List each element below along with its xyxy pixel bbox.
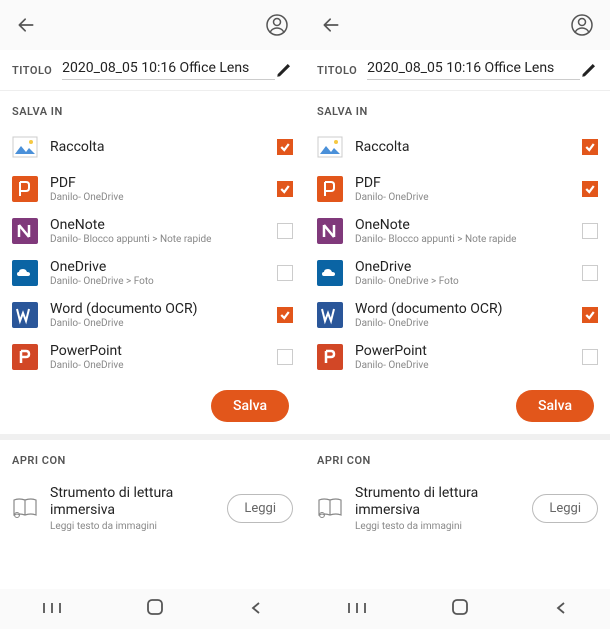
save-in-label: SALVA IN	[305, 91, 610, 126]
onenote-icon	[317, 218, 343, 244]
save-item-subtitle: Danilo- OneDrive	[50, 192, 277, 203]
book-icon	[12, 495, 38, 521]
word-icon	[317, 302, 343, 328]
open-item-subtitle: Leggi testo da immagini	[355, 521, 532, 532]
open-with-label: APRI CON	[305, 440, 610, 475]
home-button[interactable]	[146, 598, 164, 620]
open-item-subtitle: Leggi testo da immagini	[50, 521, 227, 532]
save-item-title: PowerPoint	[50, 343, 277, 359]
onedrive-icon	[317, 260, 343, 286]
pdf-icon	[317, 176, 343, 202]
save-item-subtitle: Danilo- OneDrive	[355, 318, 582, 329]
save-item-checkbox[interactable]	[277, 349, 293, 365]
save-item-subtitle: Danilo- OneDrive > Foto	[355, 276, 582, 287]
gallery-icon	[12, 134, 38, 160]
profile-icon[interactable]	[570, 13, 594, 37]
edit-icon[interactable]	[275, 61, 293, 79]
save-item-subtitle: Danilo- OneDrive > Foto	[50, 276, 277, 287]
book-icon	[317, 495, 343, 521]
save-item-word[interactable]: Word (documento OCR)Danilo- OneDrive	[305, 294, 610, 336]
profile-icon[interactable]	[265, 13, 289, 37]
save-item-title: Raccolta	[50, 139, 277, 155]
save-item-checkbox[interactable]	[277, 181, 293, 197]
save-item-checkbox[interactable]	[582, 265, 598, 281]
save-item-title: Word (documento OCR)	[50, 301, 277, 317]
save-item-subtitle: Danilo- OneDrive	[50, 318, 277, 329]
save-button[interactable]: Salva	[211, 390, 289, 422]
open-item-immersive-reader: Strumento di lettura immersiva Leggi test…	[0, 475, 305, 542]
recent-apps-button[interactable]	[347, 600, 367, 619]
save-item-checkbox[interactable]	[582, 181, 598, 197]
save-item-checkbox[interactable]	[582, 223, 598, 239]
save-item-subtitle: Danilo- OneDrive	[355, 192, 582, 203]
save-item-title: PDF	[355, 175, 582, 191]
pdf-icon	[12, 176, 38, 202]
gallery-icon	[317, 134, 343, 160]
title-label: TITOLO	[12, 64, 52, 77]
save-item-gallery[interactable]: Raccolta	[305, 126, 610, 168]
save-item-title: Word (documento OCR)	[355, 301, 582, 317]
save-item-onedrive[interactable]: OneDriveDanilo- OneDrive > Foto	[0, 252, 305, 294]
save-item-checkbox[interactable]	[277, 139, 293, 155]
back-icon[interactable]	[321, 15, 341, 35]
save-item-powerpoint[interactable]: PowerPointDanilo- OneDrive	[0, 336, 305, 378]
save-item-title: OneDrive	[50, 259, 277, 275]
nav-back-button[interactable]	[554, 600, 568, 619]
save-item-onenote[interactable]: OneNoteDanilo- Blocco appunti > Note rap…	[0, 210, 305, 252]
title-input[interactable]: 2020_08_05 10:16 Office Lens	[367, 60, 580, 80]
save-in-label: SALVA IN	[0, 91, 305, 126]
save-item-pdf[interactable]: PDFDanilo- OneDrive	[305, 168, 610, 210]
open-with-label: APRI CON	[0, 440, 305, 475]
onedrive-icon	[12, 260, 38, 286]
save-item-checkbox[interactable]	[582, 307, 598, 323]
edit-icon[interactable]	[580, 61, 598, 79]
open-item-immersive-reader: Strumento di lettura immersiva Leggi test…	[305, 475, 610, 542]
word-icon	[12, 302, 38, 328]
save-item-title: Raccolta	[355, 139, 582, 155]
save-item-subtitle: Danilo- Blocco appunti > Note rapide	[355, 234, 582, 245]
save-item-powerpoint[interactable]: PowerPointDanilo- OneDrive	[305, 336, 610, 378]
save-item-title: OneNote	[355, 217, 582, 233]
title-label: TITOLO	[317, 64, 357, 77]
back-icon[interactable]	[16, 15, 36, 35]
save-item-subtitle: Danilo- OneDrive	[50, 360, 277, 371]
powerpoint-icon	[12, 344, 38, 370]
save-item-word[interactable]: Word (documento OCR)Danilo- OneDrive	[0, 294, 305, 336]
onenote-icon	[12, 218, 38, 244]
read-button[interactable]: Leggi	[532, 494, 598, 523]
save-item-checkbox[interactable]	[277, 265, 293, 281]
save-item-subtitle: Danilo- OneDrive	[355, 360, 582, 371]
save-item-onenote[interactable]: OneNoteDanilo- Blocco appunti > Note rap…	[305, 210, 610, 252]
open-item-title: Strumento di lettura immersiva	[355, 485, 532, 519]
android-navbar	[305, 589, 610, 629]
save-item-checkbox[interactable]	[277, 223, 293, 239]
save-item-title: PowerPoint	[355, 343, 582, 359]
save-button[interactable]: Salva	[516, 390, 594, 422]
save-item-title: OneDrive	[355, 259, 582, 275]
android-navbar	[0, 589, 305, 629]
recent-apps-button[interactable]	[42, 600, 62, 619]
nav-back-button[interactable]	[249, 600, 263, 619]
powerpoint-icon	[317, 344, 343, 370]
open-item-title: Strumento di lettura immersiva	[50, 485, 227, 519]
save-item-subtitle: Danilo- Blocco appunti > Note rapide	[50, 234, 277, 245]
save-item-checkbox[interactable]	[582, 349, 598, 365]
save-item-gallery[interactable]: Raccolta	[0, 126, 305, 168]
read-button[interactable]: Leggi	[227, 494, 293, 523]
save-item-onedrive[interactable]: OneDriveDanilo- OneDrive > Foto	[305, 252, 610, 294]
save-item-title: OneNote	[50, 217, 277, 233]
save-item-checkbox[interactable]	[277, 307, 293, 323]
title-input[interactable]: 2020_08_05 10:16 Office Lens	[62, 60, 275, 80]
save-item-pdf[interactable]: PDFDanilo- OneDrive	[0, 168, 305, 210]
save-item-title: PDF	[50, 175, 277, 191]
save-item-checkbox[interactable]	[582, 139, 598, 155]
home-button[interactable]	[451, 598, 469, 620]
